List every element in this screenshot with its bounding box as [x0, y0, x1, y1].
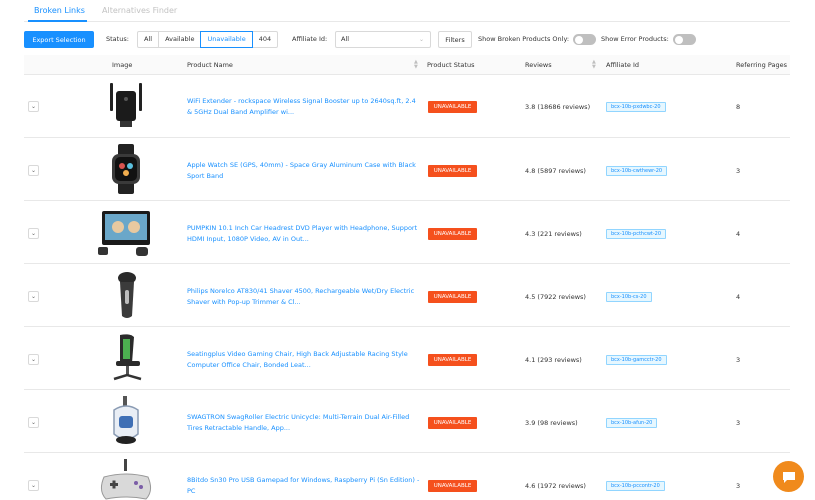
status-badge: UNAVAILABLE	[428, 417, 477, 429]
reviews-value: 4.6 (1972 reviews)	[525, 482, 586, 490]
product-name-link[interactable]: WiFi Extender - rockspace Wireless Signa…	[187, 96, 421, 118]
toolbar: Export Selection Status: All Available U…	[24, 31, 804, 48]
tab-broken-links[interactable]: Broken Links	[34, 6, 85, 15]
column-header-reviews[interactable]: Reviews	[525, 55, 552, 75]
affiliate-id-tag: bcx-10b-pccontr-20	[606, 481, 665, 491]
expand-row-button[interactable]: ⌄	[28, 101, 39, 112]
export-selection-button[interactable]: Export Selection	[24, 31, 94, 48]
status-badge: UNAVAILABLE	[428, 101, 477, 113]
product-name-link[interactable]: Philips Norelco AT830/41 Shaver 4500, Re…	[187, 286, 421, 308]
affiliate-id-tag: bcx-10b-gamcctr-20	[606, 355, 667, 365]
dvd-player-icon	[98, 211, 150, 256]
table-row: ⌄ Seatingplus Video Gaming Chair, High B…	[24, 327, 790, 390]
affiliate-id-tag: bcx-10b-afun-20	[606, 418, 658, 428]
active-tab-indicator	[28, 20, 87, 22]
affiliate-id-tag: bcx-10b-cs-20	[606, 292, 652, 302]
gamepad-icon	[100, 459, 152, 500]
status-badge: UNAVAILABLE	[428, 354, 477, 366]
table-row: ⌄ Philips Norelco AT830/41 Shaver 4500, …	[24, 264, 790, 327]
referring-pages-value: 4	[736, 230, 741, 238]
status-404-button[interactable]: 404	[251, 31, 279, 48]
error-products-toggle[interactable]	[673, 34, 696, 45]
affiliate-id-tag: bcx-10b-cwthewr-20	[606, 166, 668, 176]
reviews-value: 4.1 (293 reviews)	[525, 356, 582, 364]
smartwatch-icon	[112, 144, 140, 194]
table-row: ⌄ PUMPKIN 10.1 Inch Car Headrest DVD Pla…	[24, 201, 790, 264]
reviews-value: 4.3 (221 reviews)	[525, 230, 582, 238]
referring-pages-value: 4	[736, 293, 741, 301]
referring-pages-value: 3	[736, 356, 741, 364]
status-unavailable-button[interactable]: Unavailable	[200, 31, 253, 48]
reviews-value: 3.8 (18686 reviews)	[525, 103, 591, 111]
product-name-link[interactable]: SWAGTRON SwagRoller Electric Unicycle: M…	[187, 412, 421, 434]
table-row: ⌄ 8Bitdo Sn30 Pro USB Gamepad for Window…	[24, 453, 790, 500]
table-row: ⌄ Apple Watch SE (GPS, 40mm) - Space Gra…	[24, 138, 790, 201]
table-row: ⌄ WiFi Extender - rockspace Wireless Sig…	[24, 75, 790, 138]
sort-icon[interactable]: ▲ ▼	[592, 60, 596, 70]
status-label: Status:	[106, 35, 129, 43]
shaver-icon	[118, 272, 136, 318]
status-available-button[interactable]: Available	[158, 31, 202, 48]
column-header-product-name[interactable]: Product Name	[187, 55, 233, 75]
affiliate-id-value: All	[341, 35, 350, 43]
unicycle-icon	[113, 396, 139, 444]
column-header-affiliate-id: Affiliate Id	[606, 61, 639, 69]
affiliate-id-tag: bcx-10b-pxdwbc-20	[606, 102, 666, 112]
chat-button[interactable]	[773, 461, 804, 492]
status-badge: UNAVAILABLE	[428, 228, 477, 240]
chevron-down-icon: ⌄	[418, 36, 424, 43]
expand-row-button[interactable]: ⌄	[28, 354, 39, 365]
status-all-button[interactable]: All	[137, 31, 160, 48]
status-filter-group: All Available Unavailable 404	[137, 31, 279, 48]
expand-row-button[interactable]: ⌄	[28, 417, 39, 428]
broken-products-only-toggle[interactable]	[573, 34, 596, 45]
gaming-chair-icon	[113, 334, 142, 381]
tab-bar: Broken Links Alternatives Finder	[24, 0, 790, 22]
tab-alternatives-finder[interactable]: Alternatives Finder	[102, 6, 177, 15]
reviews-value: 4.5 (7922 reviews)	[525, 293, 586, 301]
table-header: Image Product Name ▲ ▼ Product Status Rev…	[24, 55, 790, 75]
reviews-value: 3.9 (98 reviews)	[525, 419, 578, 427]
affiliate-id-tag: bcx-10b-pcthcwt-20	[606, 229, 667, 239]
expand-row-button[interactable]: ⌄	[28, 228, 39, 239]
expand-row-button[interactable]: ⌄	[28, 480, 39, 491]
referring-pages-value: 3	[736, 419, 741, 427]
referring-pages-value: 8	[736, 103, 741, 111]
wifi-extender-icon	[110, 83, 142, 127]
product-name-link[interactable]: PUMPKIN 10.1 Inch Car Headrest DVD Playe…	[187, 223, 421, 245]
referring-pages-value: 3	[736, 167, 741, 175]
filters-button[interactable]: Filters	[438, 31, 472, 48]
status-badge: UNAVAILABLE	[428, 480, 477, 492]
referring-pages-value: 3	[736, 482, 741, 490]
product-name-link[interactable]: 8Bitdo Sn30 Pro USB Gamepad for Windows,…	[187, 475, 421, 497]
table-row: ⌄ SWAGTRON SwagRoller Electric Unicycle:…	[24, 390, 790, 453]
error-products-label: Show Error Products:	[601, 35, 669, 43]
column-header-referring-pages: Referring Pages	[736, 61, 787, 69]
broken-products-only-label: Show Broken Products Only:	[478, 35, 570, 43]
expand-row-button[interactable]: ⌄	[28, 291, 39, 302]
status-badge: UNAVAILABLE	[428, 165, 477, 177]
affiliate-id-label: Affiliate Id:	[292, 35, 328, 43]
affiliate-id-select[interactable]: All ⌄	[335, 31, 431, 48]
expand-row-button[interactable]: ⌄	[28, 165, 39, 176]
status-badge: UNAVAILABLE	[428, 291, 477, 303]
column-header-image: Image	[112, 61, 133, 69]
product-name-link[interactable]: Apple Watch SE (GPS, 40mm) - Space Gray …	[187, 160, 421, 182]
column-header-product-status: Product Status	[427, 61, 475, 69]
reviews-value: 4.8 (5897 reviews)	[525, 167, 586, 175]
chat-bubble-icon	[782, 471, 795, 483]
sort-icon[interactable]: ▲ ▼	[414, 60, 418, 70]
product-name-link[interactable]: Seatingplus Video Gaming Chair, High Bac…	[187, 349, 421, 371]
